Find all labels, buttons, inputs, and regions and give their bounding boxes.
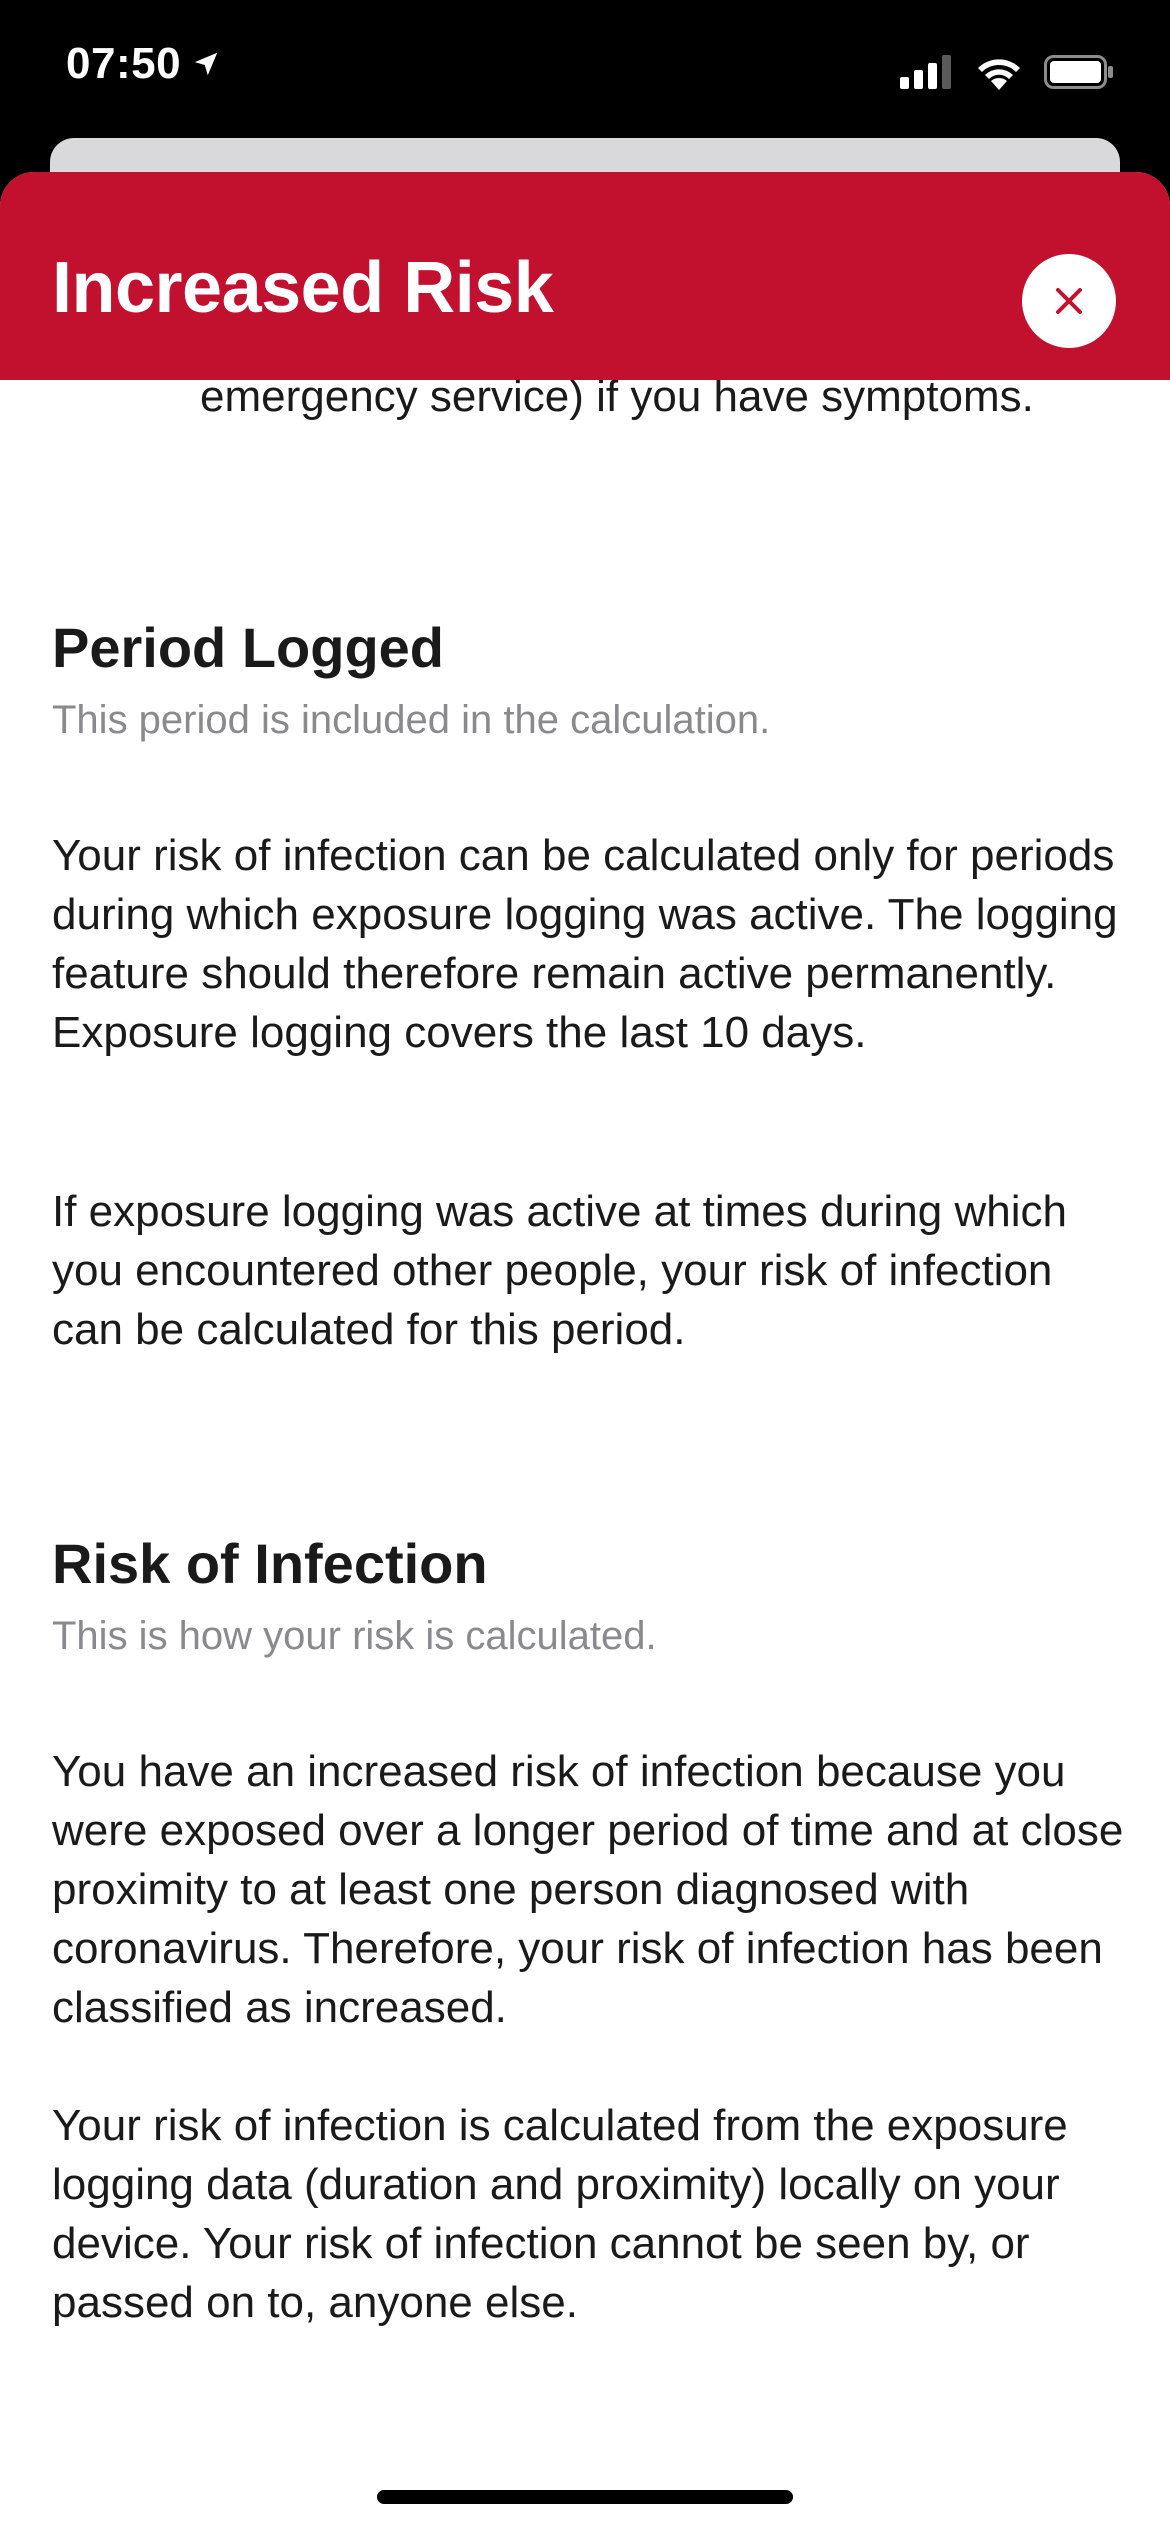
period-logged-paragraph-1: Your risk of infection can be calculated… — [52, 831, 1118, 1057]
risk-details-modal: emergency service) if you have symptoms.… — [0, 172, 1170, 2532]
status-bar: 07:50 — [0, 0, 1170, 150]
period-logged-paragraph-2: If exposure logging was active at times … — [52, 1187, 1067, 1354]
risk-of-infection-paragraph-1: You have an increased risk of infection … — [52, 1747, 1124, 2032]
modal-title: Increased Risk — [52, 248, 554, 328]
close-button[interactable] — [1022, 254, 1116, 348]
wifi-icon — [974, 54, 1024, 90]
section-title-risk-of-infection: Risk of Infection — [52, 1532, 488, 1595]
location-arrow-icon — [191, 49, 221, 79]
section-subtitle-period-logged: This period is included in the calculati… — [52, 698, 771, 742]
modal-content: emergency service) if you have symptoms.… — [0, 172, 1170, 2532]
home-indicator[interactable] — [377, 2490, 793, 2504]
battery-icon — [1044, 55, 1114, 89]
section-title-period-logged: Period Logged — [52, 616, 444, 679]
status-indicators — [900, 54, 1114, 90]
modal-header: Increased Risk — [0, 172, 1170, 380]
risk-of-infection-paragraph-2: Your risk of infection is calculated fro… — [52, 2101, 1068, 2327]
status-time-group: 07:50 — [66, 42, 221, 86]
close-icon — [1052, 284, 1086, 318]
cellular-signal-icon — [900, 55, 954, 89]
section-subtitle-risk-of-infection: This is how your risk is calculated. — [52, 1614, 657, 1658]
status-time: 07:50 — [66, 39, 182, 88]
